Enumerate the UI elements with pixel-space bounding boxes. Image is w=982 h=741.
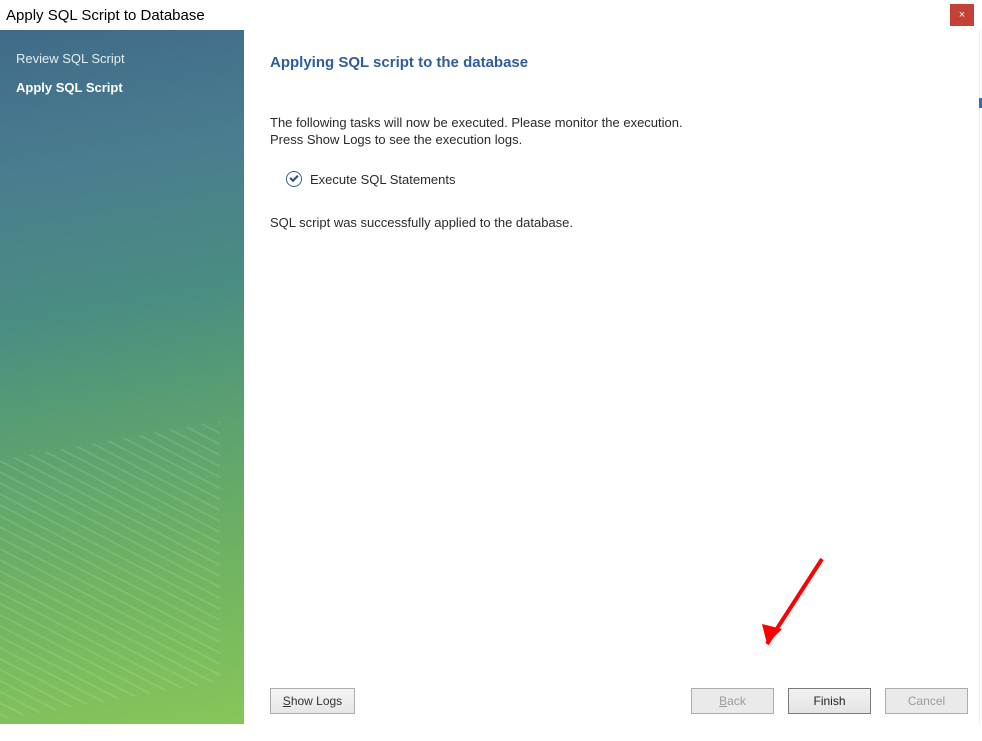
page-heading: Applying SQL script to the database: [270, 54, 956, 71]
button-bar: Show Logs Back Finish Cancel: [244, 688, 982, 714]
task-label: Execute SQL Statements: [310, 172, 455, 187]
sidebar-item-review-sql-script[interactable]: Review SQL Script: [0, 44, 244, 73]
result-text: SQL script was successfully applied to t…: [270, 215, 956, 230]
intro-text-line2: Press Show Logs to see the execution log…: [270, 132, 956, 147]
show-logs-rest: how Logs: [291, 694, 342, 708]
content-area: Review SQL Script Apply SQL Script Apply…: [0, 30, 982, 724]
sidebar-item-apply-sql-script[interactable]: Apply SQL Script: [0, 73, 244, 102]
title-bar: Apply SQL Script to Database ×: [0, 0, 982, 30]
intro-text-line1: The following tasks will now be executed…: [270, 115, 956, 130]
main-panel: Applying SQL script to the database The …: [244, 30, 982, 724]
annotation-arrow-icon: [752, 554, 842, 664]
check-icon: [286, 171, 302, 187]
close-button[interactable]: ×: [950, 4, 974, 26]
show-logs-accel: S: [283, 694, 291, 708]
show-logs-button[interactable]: Show Logs: [270, 688, 355, 714]
wizard-sidebar: Review SQL Script Apply SQL Script: [0, 30, 244, 724]
back-rest: ack: [727, 694, 746, 708]
close-icon: ×: [959, 9, 965, 21]
main-body: The following tasks will now be executed…: [270, 115, 956, 230]
cancel-button: Cancel: [885, 688, 968, 714]
window-title: Apply SQL Script to Database: [6, 7, 205, 24]
task-row-execute-sql: Execute SQL Statements: [286, 171, 956, 187]
back-accel: B: [719, 694, 727, 708]
back-button: Back: [691, 688, 774, 714]
finish-button[interactable]: Finish: [788, 688, 871, 714]
